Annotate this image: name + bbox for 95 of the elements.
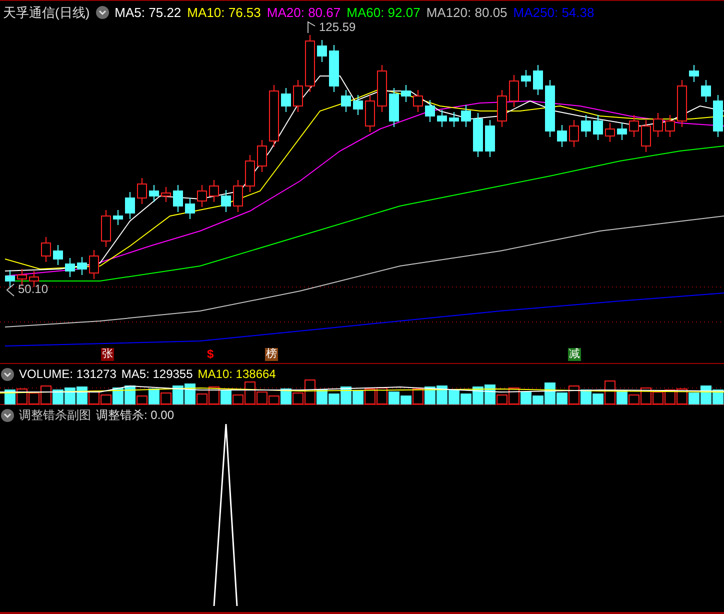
candlestick — [293, 80, 303, 112]
candlestick — [125, 192, 135, 220]
event-badge[interactable]: 榜 — [265, 348, 278, 361]
volume-bar — [424, 386, 436, 404]
candlestick — [89, 250, 99, 280]
candlestick — [161, 186, 171, 202]
volume-value: MA10: 138664 — [198, 366, 276, 383]
ma-value: MA120: 80.05 — [426, 4, 508, 22]
dropdown-icon[interactable] — [1, 368, 14, 380]
candlestick — [485, 120, 495, 158]
volume-bar — [4, 390, 16, 404]
volume-bar — [76, 386, 88, 404]
stock-title: 天孚通信(日线) — [3, 4, 90, 22]
candlestick — [653, 112, 663, 138]
indicator-value: 调整错杀: 0.00 — [96, 407, 174, 424]
candlestick — [449, 112, 459, 128]
candlestick — [593, 114, 603, 140]
candlestick — [377, 64, 387, 112]
candlestick — [137, 178, 147, 204]
candlestick — [185, 198, 195, 220]
volume-bar — [652, 392, 664, 404]
candlestick — [257, 140, 267, 172]
candlestick — [605, 122, 615, 142]
candlestick — [281, 88, 291, 112]
candlestick — [197, 184, 207, 208]
volume-value: VOLUME: 131273 — [19, 366, 116, 383]
candlestick — [533, 64, 543, 96]
dropdown-icon[interactable] — [1, 408, 14, 422]
candlestick — [305, 34, 315, 92]
candlestick — [209, 180, 219, 202]
volume-bar — [52, 390, 64, 404]
candlestick — [149, 184, 159, 202]
event-badge[interactable]: 张 — [101, 348, 114, 361]
candlestick — [509, 74, 519, 108]
volume-bar — [436, 386, 448, 404]
volume-bar — [448, 390, 460, 404]
candlestick — [641, 120, 651, 152]
event-badge[interactable]: $ — [207, 347, 214, 361]
candlestick — [317, 40, 327, 62]
dropdown-icon[interactable] — [96, 6, 109, 20]
candlestick — [617, 122, 627, 140]
candlestick — [545, 80, 555, 138]
ma-value: MA5: 75.22 — [114, 4, 182, 22]
candlestick — [497, 90, 507, 128]
candlestick — [581, 114, 591, 138]
candlestick — [245, 154, 255, 192]
event-badge[interactable]: 减 — [568, 348, 581, 361]
indicator-title: 调整错杀副图 — [19, 407, 91, 424]
candlestick — [53, 244, 63, 266]
volume-bar — [376, 388, 388, 404]
candlestick — [41, 236, 51, 262]
candlestick — [233, 180, 243, 212]
candlestick — [521, 70, 531, 88]
volume-bar — [352, 390, 364, 404]
candlestick — [557, 124, 567, 148]
candlestick — [329, 44, 339, 92]
candlestick — [173, 184, 183, 212]
candlestick — [221, 190, 231, 212]
candlestick — [569, 120, 579, 148]
candlestick — [353, 94, 363, 116]
candlestick — [113, 210, 123, 226]
candlestick — [473, 112, 483, 158]
candlestick — [425, 100, 435, 122]
candlestick — [5, 270, 15, 288]
candlestick — [17, 268, 27, 286]
candlestick — [269, 84, 279, 148]
candlestick — [665, 114, 675, 138]
ma-value: MA20: 80.67 — [266, 4, 341, 22]
candlestick — [629, 114, 639, 138]
candlestick — [401, 84, 411, 102]
candlestick — [77, 256, 87, 276]
candlestick — [701, 80, 711, 102]
price-label: 50.10 — [18, 281, 48, 298]
candlestick — [101, 210, 111, 248]
leader-line — [307, 19, 317, 35]
candlestick — [437, 110, 447, 128]
candlestick — [341, 90, 351, 112]
candlestick — [65, 258, 75, 278]
candlestick — [365, 94, 375, 132]
volume-value: MA5: 129355 — [121, 366, 193, 383]
leader-line — [6, 281, 16, 297]
candlestick — [461, 104, 471, 128]
price-label: 125.59 — [319, 19, 356, 36]
candlestick — [389, 88, 399, 128]
volume-bar — [16, 388, 28, 404]
candlestick — [689, 64, 699, 82]
candlestick — [713, 94, 723, 138]
ma-value: MA60: 92.07 — [346, 4, 420, 22]
volume-bar — [580, 390, 592, 404]
candlestick — [413, 90, 423, 112]
ma-value: MA10: 76.53 — [187, 4, 261, 22]
candlestick — [677, 80, 687, 128]
volume-bar — [220, 390, 232, 404]
ma-value: MA250: 54.38 — [513, 4, 594, 22]
volume-bar — [364, 388, 376, 404]
